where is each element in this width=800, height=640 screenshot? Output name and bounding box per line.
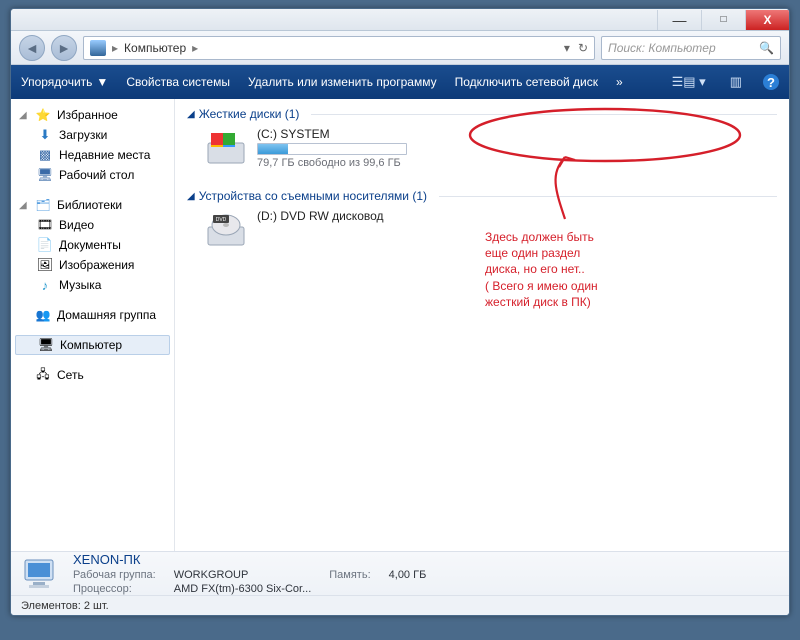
details-grid: XENON-ПК Рабочая группа: WORKGROUP Памят… [73, 552, 426, 595]
desktop-icon: 🖥 [37, 167, 53, 183]
system-properties-button[interactable]: Свойства системы [126, 75, 230, 89]
music-icon: ♪ [37, 277, 53, 293]
computer-icon: 🖥 [38, 337, 54, 353]
collapse-icon: ◢ [187, 109, 195, 120]
uninstall-program-button[interactable]: Удалить или изменить программу [248, 75, 437, 89]
cpu-value: AMD FX(tm)-6300 Six-Cor... [174, 583, 312, 595]
close-button[interactable]: X [745, 10, 789, 30]
svg-text:DVD: DVD [216, 217, 227, 223]
recent-icon: ▩ [37, 147, 53, 163]
downloads-icon: ⬇ [37, 127, 53, 143]
annotation-text: Здесь должен быть еще один раздел диска,… [485, 229, 598, 310]
hard-drive-icon [205, 127, 247, 169]
drive-c-usage-bar [257, 143, 407, 155]
chevron-down-icon: ◢ [19, 200, 29, 211]
dvd-drive-icon: DVD [205, 209, 247, 251]
explorer-window: — □ X ◄ ► ▸ Компьютер ▸ ▾ ↻ Поиск: Компь… [10, 8, 790, 616]
computer-large-icon [21, 556, 63, 592]
video-icon: 🎞 [37, 217, 53, 233]
chevron-right-icon: ▸ [192, 41, 198, 55]
sidebar-favorites: ◢ ⭐ Избранное ⬇Загрузки ▩Недавние места … [11, 105, 174, 185]
sidebar-item-desktop[interactable]: 🖥Рабочий стол [11, 165, 174, 185]
sidebar-group-favorites[interactable]: ◢ ⭐ Избранное [11, 105, 174, 125]
address-row: ◄ ► ▸ Компьютер ▸ ▾ ↻ Поиск: Компьютер 🔍 [11, 31, 789, 65]
command-bar: Упорядочить▼ Свойства системы Удалить ил… [11, 65, 789, 99]
address-bar[interactable]: ▸ Компьютер ▸ ▾ ↻ [83, 36, 595, 60]
drive-c-free-text: 79,7 ГБ свободно из 99,6 ГБ [257, 157, 407, 169]
sidebar-item-downloads[interactable]: ⬇Загрузки [11, 125, 174, 145]
sidebar-group-libraries[interactable]: ◢ 🗂 Библиотеки [11, 195, 174, 215]
star-icon: ⭐ [35, 107, 51, 123]
status-bar: Элементов: 2 шт. [11, 595, 789, 615]
pictures-icon: 🖼 [37, 257, 53, 273]
nav-forward-button[interactable]: ► [51, 35, 77, 61]
titlebar: — □ X [11, 9, 789, 31]
drive-d-label: (D:) DVD RW дисковод [257, 209, 384, 223]
sidebar-item-computer[interactable]: 🖥 Компьютер [15, 335, 170, 355]
network-icon: 🖧 [35, 367, 51, 383]
refresh-icon[interactable]: ↻ [578, 41, 588, 55]
sidebar-item-recent[interactable]: ▩Недавние места [11, 145, 174, 165]
computer-icon [90, 40, 106, 56]
drive-d-info: (D:) DVD RW дисковод [257, 209, 384, 223]
address-actions: ▾ ↻ [564, 41, 588, 55]
organize-menu[interactable]: Упорядочить▼ [21, 75, 108, 89]
sidebar-item-network[interactable]: 🖧 Сеть [11, 365, 174, 385]
navigation-pane: ◢ ⭐ Избранное ⬇Загрузки ▩Недавние места … [11, 99, 175, 551]
sidebar-libraries: ◢ 🗂 Библиотеки 🎞Видео 📄Документы 🖼Изобра… [11, 195, 174, 295]
nav-back-button[interactable]: ◄ [19, 35, 45, 61]
chevron-right-icon: ▸ [112, 41, 118, 55]
help-icon[interactable]: ? [763, 74, 779, 90]
drive-c-info: (C:) SYSTEM 79,7 ГБ свободно из 99,6 ГБ [257, 127, 407, 169]
content-pane: ◢ Жесткие диски (1) (C:) SYSTEM 79,7 ГБ … [175, 99, 789, 551]
sidebar-item-documents[interactable]: 📄Документы [11, 235, 174, 255]
sidebar-homegroup: 👥 Домашняя группа [11, 305, 174, 325]
workgroup-value: WORKGROUP [174, 569, 312, 581]
documents-icon: 📄 [37, 237, 53, 253]
maximize-button[interactable]: □ [701, 10, 745, 30]
search-input[interactable]: Поиск: Компьютер 🔍 [601, 36, 781, 60]
details-pane: XENON-ПК Рабочая группа: WORKGROUP Памят… [11, 551, 789, 595]
body: ◢ ⭐ Избранное ⬇Загрузки ▩Недавние места … [11, 99, 789, 551]
homegroup-icon: 👥 [35, 307, 51, 323]
sidebar-item-homegroup[interactable]: 👥 Домашняя группа [11, 305, 174, 325]
sidebar-network: 🖧 Сеть [11, 365, 174, 385]
breadcrumb[interactable]: Компьютер [124, 41, 186, 55]
preview-pane-icon[interactable]: ▥ [727, 74, 745, 90]
status-text: Элементов: 2 шт. [21, 600, 109, 612]
view-options-icon[interactable]: ☰▤ ▾ [669, 74, 709, 90]
workgroup-label: Рабочая группа: [73, 569, 156, 581]
sidebar-computer: 🖥 Компьютер [11, 335, 174, 355]
chevron-down-icon: ◢ [19, 110, 29, 121]
search-icon: 🔍 [759, 41, 774, 55]
window-controls: — □ X [657, 10, 789, 30]
libraries-icon: 🗂 [35, 197, 51, 213]
search-placeholder: Поиск: Компьютер [608, 41, 716, 55]
memory-value: 4,00 ГБ [389, 569, 427, 581]
drive-c-label: (C:) SYSTEM [257, 127, 407, 141]
cpu-label: Процессор: [73, 583, 156, 595]
computer-name: XENON-ПК [73, 552, 156, 567]
dropdown-icon[interactable]: ▾ [564, 41, 570, 55]
sidebar-item-music[interactable]: ♪Музыка [11, 275, 174, 295]
sidebar-item-pictures[interactable]: 🖼Изображения [11, 255, 174, 275]
collapse-icon: ◢ [187, 191, 195, 202]
memory-label: Память: [329, 569, 370, 581]
sidebar-item-video[interactable]: 🎞Видео [11, 215, 174, 235]
overflow-button[interactable]: » [616, 75, 623, 89]
map-network-drive-button[interactable]: Подключить сетевой диск [455, 75, 598, 89]
minimize-button[interactable]: — [657, 10, 701, 30]
